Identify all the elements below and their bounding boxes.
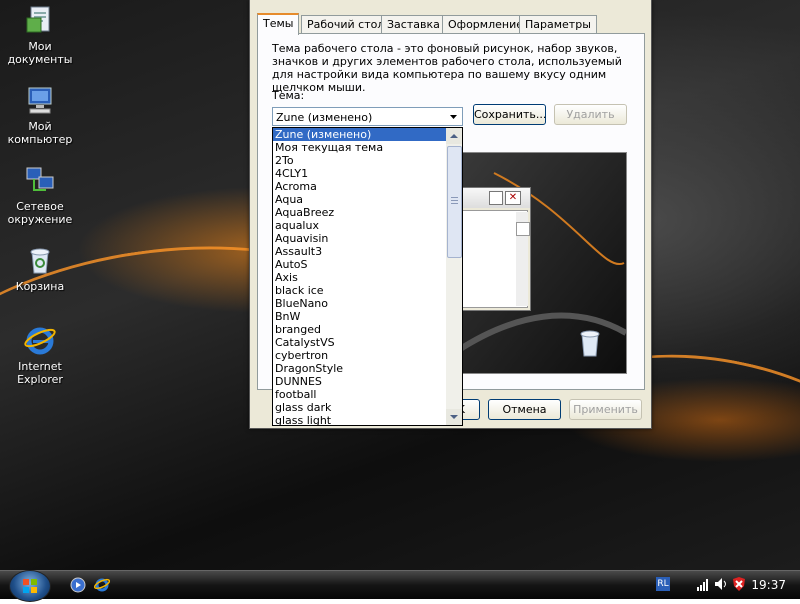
network-icon [24, 164, 56, 196]
desktop-icon-label: Сетевое [16, 200, 64, 213]
desktop-icon-recycle-bin[interactable]: Корзина [4, 244, 76, 293]
theme-list-item[interactable]: DUNNES [273, 375, 447, 388]
recycle-bin-icon [579, 329, 601, 360]
windows-logo-icon [23, 579, 37, 593]
theme-list-item[interactable]: AquaBreez [273, 206, 447, 219]
theme-list-item[interactable]: BnW [273, 310, 447, 323]
preview-scrollbar [516, 212, 530, 306]
theme-list-item[interactable]: glass light [273, 414, 447, 425]
internet-explorer-quicklaunch-icon[interactable] [93, 577, 111, 596]
theme-list-item[interactable]: black ice [273, 284, 447, 297]
start-button[interactable] [9, 570, 51, 602]
system-tray: RL 19:37 [652, 572, 800, 598]
theme-dropdown-list[interactable]: Zune (изменено) Моя текущая тема 2To 4CLY1 A… [272, 127, 463, 426]
theme-list-item[interactable]: Aquavisin [273, 232, 447, 245]
theme-list-item[interactable]: cybertron [273, 349, 447, 362]
theme-list-item[interactable]: Моя текущая тема [273, 141, 447, 154]
theme-combobox[interactable]: Zune (изменено) [272, 107, 463, 126]
tab-settings[interactable]: Параметры [519, 15, 597, 33]
scroll-down-button[interactable] [446, 409, 462, 425]
clock[interactable]: 19:37 [751, 578, 786, 592]
desktop-icon-my-documents[interactable]: Мои документы [4, 4, 76, 66]
theme-list-item[interactable]: 2To [273, 154, 447, 167]
preview-maximize-icon [489, 191, 503, 205]
themes-description: Тема рабочего стола - это фоновый рисуно… [272, 42, 622, 94]
theme-list-item[interactable]: Assault3 [273, 245, 447, 258]
delete-theme-button[interactable]: Удалить [554, 104, 627, 125]
tab-appearance[interactable]: Оформление [442, 15, 529, 33]
desktop-icon-label: Мой [28, 120, 52, 133]
desktop-icon-label: окружение [7, 213, 73, 226]
theme-combobox-value: Zune (изменено) [276, 111, 373, 124]
apply-button[interactable]: Применить [569, 399, 642, 420]
desktop-icon-my-computer[interactable]: Мой компьютер [4, 84, 76, 146]
volume-icon[interactable] [714, 577, 728, 594]
desktop-icon-label: Мои [28, 40, 52, 53]
internet-explorer-icon [24, 324, 56, 356]
desktop-icon-label: Internet [18, 360, 62, 373]
theme-list-item[interactable]: Zune (изменено) [273, 128, 447, 141]
scroll-up-button[interactable] [446, 128, 462, 144]
tab-themes[interactable]: Темы [257, 13, 300, 35]
desktop-icon-label: Корзина [15, 280, 65, 293]
theme-list-items: Zune (изменено) Моя текущая тема 2To 4CLY1 A… [273, 128, 447, 425]
preview-scroll-thumb [516, 222, 530, 236]
tab-desktop[interactable]: Рабочий стол [301, 15, 391, 33]
theme-list-item[interactable]: Acroma [273, 180, 447, 193]
my-documents-icon [24, 4, 56, 36]
theme-list-item[interactable]: branged [273, 323, 447, 336]
preview-window-titlebar: ✕ [455, 188, 530, 208]
recycle-bin-icon [24, 244, 56, 276]
chevron-down-icon[interactable] [446, 109, 461, 124]
theme-list-item[interactable]: aqualux [273, 219, 447, 232]
theme-list-item[interactable]: CatalystVS [273, 336, 447, 349]
desktop-icon-label: Explorer [17, 373, 63, 386]
theme-list-item[interactable]: glass dark [273, 401, 447, 414]
theme-list-item[interactable]: Aqua [273, 193, 447, 206]
language-indicator[interactable]: RL [656, 577, 670, 591]
my-computer-icon [24, 84, 56, 116]
theme-list-item[interactable]: 4CLY1 [273, 167, 447, 180]
theme-list-item[interactable]: Axis [273, 271, 447, 284]
preview-window: ✕ [454, 187, 531, 311]
preview-close-icon: ✕ [505, 191, 521, 205]
taskbar: RL 19:37 [0, 570, 800, 602]
theme-label: Тема: [272, 89, 305, 102]
theme-list-item[interactable]: football [273, 388, 447, 401]
security-alert-icon[interactable] [732, 577, 746, 594]
theme-list-item[interactable]: AutoS [273, 258, 447, 271]
desktop-icon-label: компьютер [7, 133, 73, 146]
scroll-thumb[interactable] [447, 146, 462, 258]
media-player-quicklaunch-icon[interactable] [70, 577, 86, 596]
theme-list-item[interactable]: DragonStyle [273, 362, 447, 375]
cancel-button[interactable]: Отмена [488, 399, 561, 420]
save-theme-button[interactable]: Сохранить... [473, 104, 546, 125]
tab-screensaver[interactable]: Заставка [381, 15, 446, 33]
theme-list-scrollbar[interactable] [446, 128, 462, 425]
theme-list-item[interactable]: BlueNano [273, 297, 447, 310]
desktop-icon-network[interactable]: Сетевое окружение [4, 164, 76, 226]
desktop-icon-label: документы [7, 53, 73, 66]
desktop-icon-internet-explorer[interactable]: Internet Explorer [4, 324, 76, 386]
theme-preview: ✕ [453, 152, 627, 374]
network-signal-icon[interactable] [696, 577, 710, 594]
